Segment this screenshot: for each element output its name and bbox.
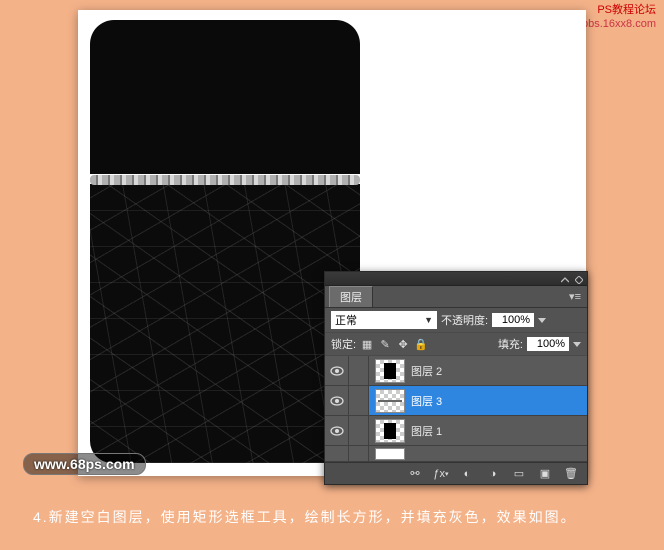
layer-thumbnail	[375, 419, 405, 443]
visibility-toggle[interactable]	[325, 416, 349, 445]
layers-panel: 图层 ▾≡ 正常 ▼ 不透明度: 100% 锁定: ▦ ✎ ✥ 🔒 填充: 10…	[324, 271, 588, 485]
layer-row-selected[interactable]: 图层 3	[325, 386, 587, 416]
panel-menu-icon[interactable]: ▾≡	[563, 290, 587, 303]
link-col	[349, 416, 369, 445]
adjustment-icon[interactable]: ◑	[485, 466, 501, 482]
layer-thumbnail	[375, 359, 405, 383]
fx-icon[interactable]: ƒx▾	[433, 466, 449, 482]
watermark-line2: bbs.16xx8.com	[582, 17, 656, 31]
watermark-line1: PS教程论坛	[582, 3, 656, 17]
layer-name: 图层 3	[411, 393, 442, 409]
lock-fill-row: 锁定: ▦ ✎ ✥ 🔒 填充: 100%	[325, 333, 587, 356]
lock-all-icon[interactable]: 🔒	[414, 337, 428, 351]
layer-row[interactable]: 图层 1	[325, 416, 587, 446]
link-layers-icon[interactable]: ⚯	[407, 466, 423, 482]
chevron-down-icon: ▼	[424, 315, 433, 325]
eye-icon	[330, 366, 344, 376]
logo-watermark: www.68ps.com	[23, 453, 146, 475]
panel-footer: ⚯ ƒx▾ ◐ ◑ ▭ ▣ 🗑	[325, 462, 587, 484]
lighter-body	[90, 184, 360, 463]
opacity-label: 不透明度:	[441, 312, 488, 328]
eye-icon	[330, 396, 344, 406]
mask-icon[interactable]: ◐	[459, 466, 475, 482]
panel-titlebar	[325, 272, 587, 286]
link-col	[349, 356, 369, 385]
layer-name: 图层 1	[411, 423, 442, 439]
layer-list: 图层 2 图层 3 图层 1	[325, 356, 587, 462]
collapse-icon[interactable]	[561, 275, 569, 283]
layer-row-partial	[325, 446, 587, 462]
eye-icon	[330, 426, 344, 436]
lighter-cap	[90, 20, 360, 174]
lock-position-icon[interactable]: ✥	[396, 337, 410, 351]
lock-label: 锁定:	[331, 336, 356, 352]
lock-icons-group: ▦ ✎ ✥ 🔒	[360, 337, 428, 351]
tab-layers[interactable]: 图层	[329, 286, 373, 307]
visibility-toggle[interactable]	[325, 356, 349, 385]
lock-pixels-icon[interactable]: ✎	[378, 337, 392, 351]
lighter-artwork	[90, 20, 360, 463]
trash-icon[interactable]: 🗑	[563, 466, 579, 482]
panel-tabs: 图层 ▾≡	[325, 286, 587, 308]
lock-transparency-icon[interactable]: ▦	[360, 337, 374, 351]
opacity-input[interactable]: 100%	[492, 313, 534, 327]
layer-name: 图层 2	[411, 363, 442, 379]
group-icon[interactable]: ▭	[511, 466, 527, 482]
close-icon[interactable]	[575, 275, 583, 283]
blend-mode-select[interactable]: 正常 ▼	[331, 311, 437, 329]
layer-thumbnail	[375, 448, 405, 460]
watermark: PS教程论坛 bbs.16xx8.com	[582, 3, 656, 32]
lighter-hinge	[90, 175, 360, 185]
fill-input[interactable]: 100%	[527, 337, 569, 351]
link-col	[349, 446, 369, 462]
blend-mode-value: 正常	[335, 312, 357, 328]
new-layer-icon[interactable]: ▣	[537, 466, 553, 482]
visibility-toggle	[325, 446, 349, 462]
fill-flyout-icon[interactable]	[573, 342, 581, 347]
opacity-flyout-icon[interactable]	[538, 318, 546, 323]
fill-label: 填充:	[498, 336, 523, 352]
layer-thumbnail	[375, 389, 405, 413]
instruction-text: 4.新建空白图层，使用矩形选框工具，绘制长方形，并填充灰色，效果如图。	[33, 505, 634, 530]
layer-row[interactable]: 图层 2	[325, 356, 587, 386]
link-col	[349, 386, 369, 415]
visibility-toggle[interactable]	[325, 386, 349, 415]
blend-opacity-row: 正常 ▼ 不透明度: 100%	[325, 308, 587, 333]
